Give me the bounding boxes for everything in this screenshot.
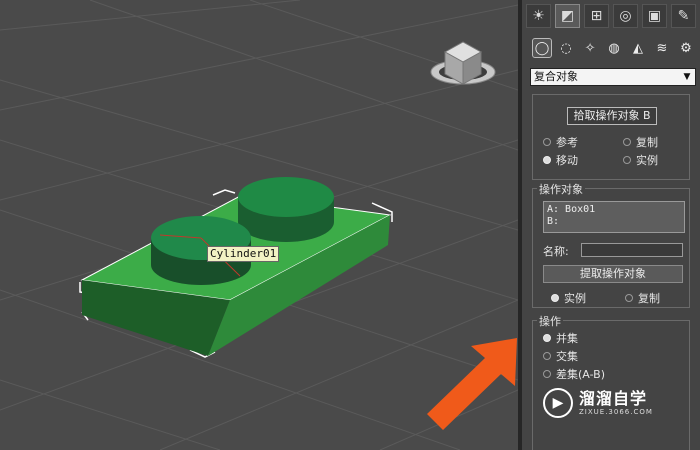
hierarchy-icon: ⊞ xyxy=(590,8,603,24)
category-dropdown[interactable]: 复合对象 ▼ xyxy=(530,68,696,86)
radio-label: 交集 xyxy=(556,350,578,363)
object-name-tooltip: Cylinder01 xyxy=(207,246,280,262)
radio-dot xyxy=(543,352,551,360)
operands-group: 操作对象 A: Box01 B: 名称: 提取操作对象 实例 复制 xyxy=(532,181,690,308)
create-subtabs: ◯ ◌ ✧ ◍ ◭ ≋ ⚙ xyxy=(532,38,696,60)
radio-label: 移动 xyxy=(556,154,578,167)
hammer-icon: ✎ xyxy=(677,8,690,24)
spacewarps-subtab[interactable]: ≋ xyxy=(652,38,672,58)
hierarchy-tab[interactable]: ⊞ xyxy=(584,4,609,28)
radio-dot xyxy=(543,370,551,378)
radio-dot xyxy=(625,294,633,302)
radio-extract-copy[interactable]: 复制 xyxy=(625,291,660,305)
systems-icon: ⚙ xyxy=(680,40,692,56)
geometry-subtab[interactable]: ◯ xyxy=(532,38,553,58)
operands-title: 操作对象 xyxy=(537,181,585,197)
chevron-down-icon: ▼ xyxy=(683,72,691,82)
systems-subtab[interactable]: ⚙ xyxy=(676,38,696,58)
helpers-icon: ◭ xyxy=(633,40,644,56)
arrow-pointer-icon xyxy=(427,338,517,430)
helpers-subtab[interactable]: ◭ xyxy=(628,38,648,58)
shapes-subtab[interactable]: ◌ xyxy=(556,38,576,58)
watermark-title: 溜溜自学 xyxy=(579,389,648,408)
radio-dot xyxy=(623,156,631,164)
pick-operand-b-button[interactable]: 拾取操作对象 B xyxy=(567,107,657,125)
name-label: 名称: xyxy=(543,245,569,258)
radio-copy[interactable]: 复制 xyxy=(623,135,658,149)
lights-subtab[interactable]: ✧ xyxy=(580,38,600,58)
operands-list[interactable]: A: Box01 B: xyxy=(543,201,685,233)
operand-a[interactable]: A: Box01 xyxy=(547,204,681,216)
radio-label: 实例 xyxy=(636,154,658,167)
modify-tab[interactable]: ◩ xyxy=(555,4,580,28)
geometry-icon: ◯ xyxy=(534,40,550,56)
radio-intersection[interactable]: 交集 xyxy=(543,349,578,363)
radio-move[interactable]: 移动 xyxy=(543,153,578,167)
cylinder-back[interactable] xyxy=(238,177,334,242)
play-logo-icon: ▶ xyxy=(543,388,573,418)
command-panel-tabs: ☀ ◩ ⊞ ◎ ▣ ✎ xyxy=(526,4,696,30)
radio-union[interactable]: 并集 xyxy=(543,331,578,345)
radio-label: 复制 xyxy=(638,292,660,305)
operation-title: 操作 xyxy=(537,313,563,329)
sun-icon: ☀ xyxy=(532,8,545,24)
radio-dot xyxy=(543,156,551,164)
radio-extract-instance[interactable]: 实例 xyxy=(551,291,586,305)
watermark: ▶ 溜溜自学 ZIXUE.3066.COM xyxy=(543,383,663,423)
lights-icon: ✧ xyxy=(584,40,596,56)
radio-label: 实例 xyxy=(564,292,586,305)
radio-label: 差集(A-B) xyxy=(556,368,605,381)
radio-reference[interactable]: 参考 xyxy=(543,135,578,149)
cameras-icon: ◍ xyxy=(608,40,620,56)
viewcube[interactable] xyxy=(430,41,496,85)
spacewarps-icon: ≋ xyxy=(656,40,668,56)
utilities-tab[interactable]: ✎ xyxy=(671,4,696,28)
display-icon: ▣ xyxy=(647,8,662,24)
motion-icon: ◎ xyxy=(619,8,632,24)
radio-subtraction[interactable]: 差集(A-B) xyxy=(543,367,605,381)
watermark-text: 溜溜自学 ZIXUE.3066.COM xyxy=(579,389,653,417)
create-tab[interactable]: ☀ xyxy=(526,4,551,28)
radio-label: 复制 xyxy=(636,136,658,149)
radio-label: 参考 xyxy=(556,136,578,149)
watermark-url: ZIXUE.3066.COM xyxy=(579,408,653,416)
curve-icon: ◩ xyxy=(560,8,575,24)
radio-dot xyxy=(623,138,631,146)
cameras-subtab[interactable]: ◍ xyxy=(604,38,624,58)
radio-dot xyxy=(551,294,559,302)
pick-operand-rollout: 拾取操作对象 B 参考 复制 移动 实例 xyxy=(532,94,690,180)
shapes-icon: ◌ xyxy=(560,40,572,56)
motion-tab[interactable]: ◎ xyxy=(613,4,638,28)
radio-instance[interactable]: 实例 xyxy=(623,153,658,167)
category-value: 复合对象 xyxy=(534,70,578,83)
radio-dot xyxy=(543,334,551,342)
name-field[interactable] xyxy=(581,243,683,257)
display-tab[interactable]: ▣ xyxy=(642,4,667,28)
operand-b[interactable]: B: xyxy=(547,216,681,228)
radio-label: 并集 xyxy=(556,332,578,345)
radio-dot xyxy=(543,138,551,146)
extract-operand-button[interactable]: 提取操作对象 xyxy=(543,265,683,283)
